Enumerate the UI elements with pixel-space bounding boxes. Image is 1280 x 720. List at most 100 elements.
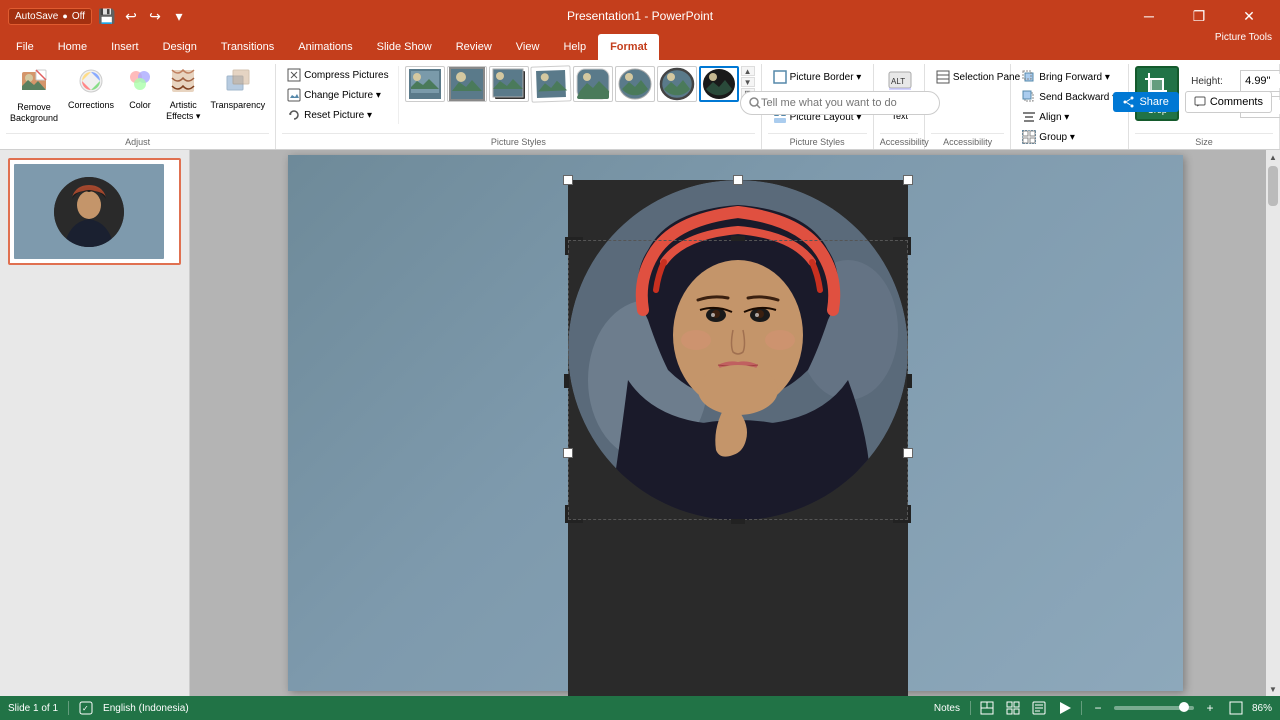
- ribbon: RemoveBackground Corrections: [0, 60, 1280, 150]
- redo-icon[interactable]: ↪: [146, 7, 164, 25]
- reading-view-button[interactable]: [1029, 698, 1049, 718]
- remove-background-label: RemoveBackground: [10, 102, 58, 124]
- zoom-slider[interactable]: [1114, 706, 1194, 710]
- spellcheck-icon: ✓: [79, 701, 93, 715]
- picture-style-6[interactable]: [615, 66, 655, 102]
- titlebar-title: Presentation1 - PowerPoint: [567, 9, 713, 23]
- accessibility-group-label: Accessibility: [931, 133, 1004, 149]
- image-container[interactable]: [568, 180, 908, 696]
- status-divider-2: [970, 701, 971, 715]
- corrections-icon: [78, 68, 104, 98]
- gallery-up-arrow[interactable]: ▲: [741, 66, 755, 76]
- adjust-group-content: RemoveBackground Corrections: [6, 64, 269, 133]
- scroll-down-button[interactable]: ▼: [1266, 682, 1280, 696]
- notes-button[interactable]: Notes: [930, 703, 964, 714]
- normal-view-button[interactable]: [977, 698, 997, 718]
- zoom-thumb[interactable]: [1179, 702, 1189, 712]
- search-bar: [740, 91, 940, 115]
- transparency-icon: [225, 68, 251, 98]
- corrections-button[interactable]: Corrections: [64, 66, 118, 113]
- tab-view[interactable]: View: [504, 34, 552, 60]
- bring-forward-button[interactable]: Bring Forward ▾: [1017, 68, 1115, 86]
- height-input-wrap: ▲ ▼: [1240, 70, 1280, 92]
- align-label: Align ▾: [1039, 112, 1069, 123]
- compress-pictures-button[interactable]: Compress Pictures: [282, 66, 393, 84]
- slide-canvas[interactable]: [288, 155, 1183, 691]
- share-label: Share: [1139, 96, 1168, 108]
- size-group-label: Size: [1135, 133, 1273, 149]
- canvas-area[interactable]: ▲ ▼: [190, 150, 1280, 696]
- save-icon[interactable]: 💾: [98, 7, 116, 25]
- picture-styles-group-label: Picture Styles: [282, 133, 754, 149]
- close-button[interactable]: ✕: [1226, 0, 1272, 32]
- portrait-svg: [568, 180, 908, 520]
- picture-style-2[interactable]: [447, 66, 487, 102]
- statusbar: Slide 1 of 1 ✓ English (Indonesia) Notes…: [0, 696, 1280, 720]
- reset-picture-button[interactable]: Reset Picture ▾: [282, 106, 393, 124]
- picture-styles-group: Compress Pictures Change Picture ▾ Reset…: [276, 64, 761, 149]
- customize-qat-icon[interactable]: ▾: [170, 7, 188, 25]
- remove-background-button[interactable]: RemoveBackground: [6, 66, 62, 126]
- transparency-button[interactable]: Transparency: [206, 66, 269, 113]
- picture-style-3[interactable]: [489, 66, 529, 102]
- tab-file[interactable]: File: [4, 34, 46, 60]
- tab-home[interactable]: Home: [46, 34, 99, 60]
- tab-animations[interactable]: Animations: [286, 34, 364, 60]
- slide-info: Slide 1 of 1: [8, 703, 58, 714]
- picture-style-5[interactable]: [573, 66, 613, 102]
- undo-icon[interactable]: ↩: [122, 7, 140, 25]
- portrait-circle: [568, 180, 908, 520]
- language-label: English (Indonesia): [103, 703, 189, 714]
- share-button[interactable]: Share: [1113, 92, 1178, 112]
- search-icon: [749, 97, 761, 109]
- height-label: Height:: [1191, 76, 1236, 87]
- height-input[interactable]: [1241, 74, 1280, 88]
- svg-text:ALT: ALT: [891, 77, 905, 86]
- picture-styles-gallery: [405, 66, 739, 102]
- zoom-in-button[interactable]: +: [1200, 698, 1220, 718]
- titlebar: AutoSave ● Off 💾 ↩ ↪ ▾ Presentation1 - P…: [0, 0, 1280, 32]
- tab-slideshow[interactable]: Slide Show: [365, 34, 444, 60]
- fit-slide-button[interactable]: [1226, 698, 1246, 718]
- picture-border-label: Picture Border ▾: [790, 72, 862, 83]
- picture-style-8[interactable]: [699, 66, 739, 102]
- group-button[interactable]: Group ▾: [1017, 128, 1080, 146]
- picture-style-1[interactable]: [405, 66, 445, 102]
- slide-thumbnail-1[interactable]: 1: [8, 158, 181, 265]
- restore-button[interactable]: ❐: [1176, 0, 1222, 32]
- gallery-down-arrow[interactable]: ▼: [741, 77, 755, 87]
- send-backward-button[interactable]: Send Backward ▾: [1017, 88, 1122, 106]
- transparency-label: Transparency: [210, 100, 265, 111]
- color-button[interactable]: Color: [120, 66, 160, 113]
- adjust-group: RemoveBackground Corrections: [0, 64, 276, 149]
- change-picture-button[interactable]: Change Picture ▾: [282, 86, 393, 104]
- picture-styles-content: Compress Pictures Change Picture ▾ Reset…: [282, 64, 754, 133]
- picture-border-button[interactable]: Picture Border ▾: [768, 68, 867, 86]
- minimize-button[interactable]: ─: [1126, 0, 1172, 32]
- autosave-toggle[interactable]: AutoSave ● Off: [8, 8, 92, 25]
- tab-design[interactable]: Design: [151, 34, 209, 60]
- search-input[interactable]: [761, 97, 931, 109]
- color-label: Color: [129, 100, 151, 111]
- scroll-up-button[interactable]: ▲: [1266, 150, 1280, 164]
- autosave-label: AutoSave: [15, 11, 58, 22]
- picture-style-7[interactable]: [657, 66, 697, 102]
- tab-insert[interactable]: Insert: [99, 34, 151, 60]
- tab-help[interactable]: Help: [551, 34, 598, 60]
- artistic-effects-button[interactable]: ArtisticEffects ▾: [162, 66, 204, 124]
- titlebar-right: ─ ❐ ✕: [1126, 0, 1272, 32]
- picture-format-label: Picture Styles: [768, 133, 867, 149]
- comments-icon: [1194, 96, 1206, 108]
- scroll-thumb[interactable]: [1268, 166, 1278, 206]
- vertical-scrollbar[interactable]: ▲ ▼: [1266, 150, 1280, 696]
- arrange-group: Bring Forward ▾ Send Backward ▾ Align ▾ …: [1011, 64, 1129, 149]
- tab-review[interactable]: Review: [444, 34, 504, 60]
- picture-style-4[interactable]: [530, 65, 571, 102]
- tab-transitions[interactable]: Transitions: [209, 34, 286, 60]
- align-button[interactable]: Align ▾: [1017, 108, 1074, 126]
- comments-button[interactable]: Comments: [1185, 91, 1272, 113]
- zoom-out-button[interactable]: −: [1088, 698, 1108, 718]
- slideshow-button[interactable]: [1055, 698, 1075, 718]
- slide-sorter-button[interactable]: [1003, 698, 1023, 718]
- tab-format[interactable]: Format: [598, 34, 659, 60]
